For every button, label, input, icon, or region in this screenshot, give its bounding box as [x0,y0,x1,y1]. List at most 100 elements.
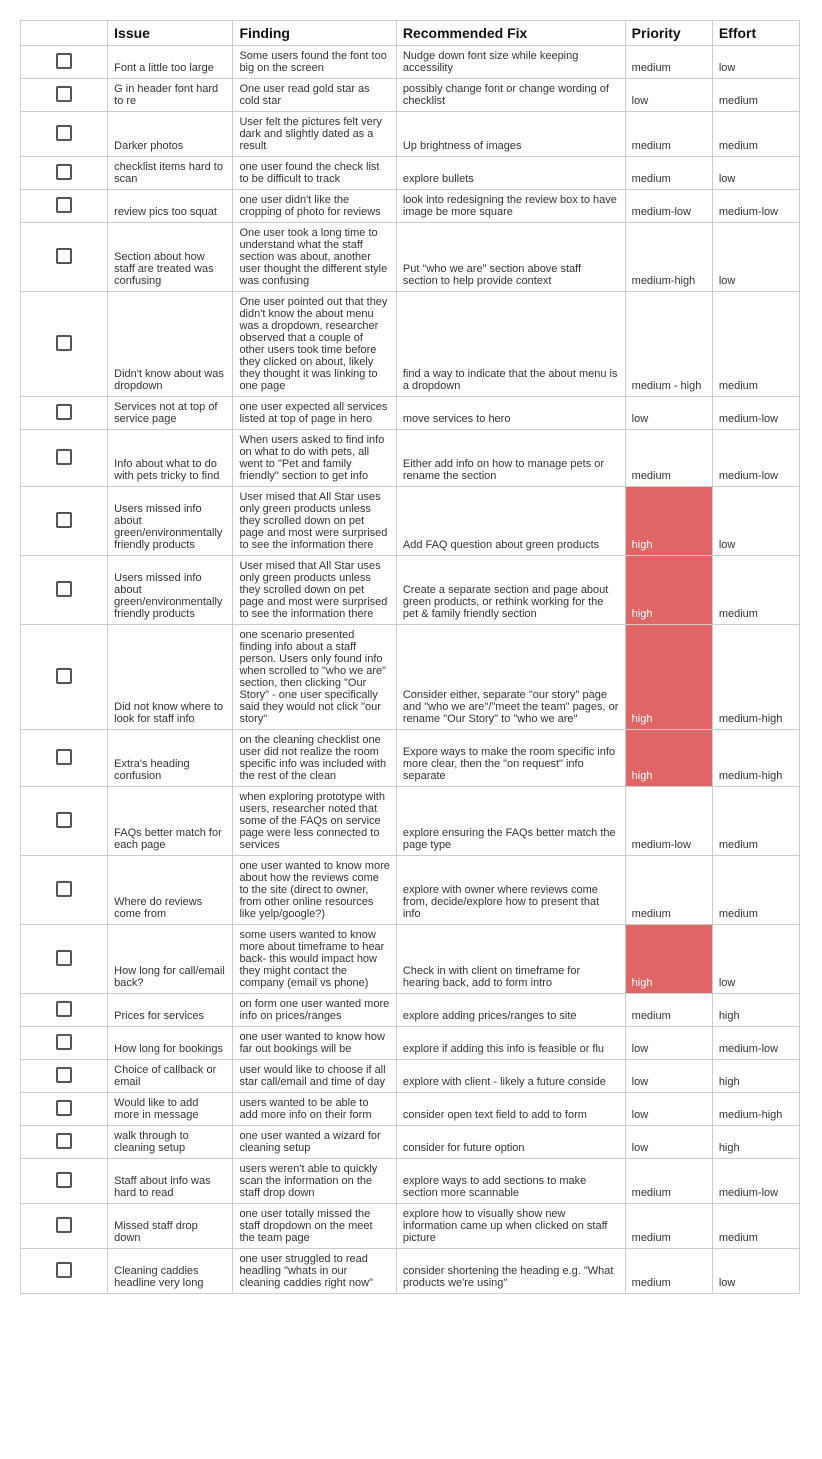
checkbox-cell[interactable] [21,157,108,190]
effort-cell: medium-high [712,730,799,787]
checkbox-cell[interactable] [21,1204,108,1249]
priority-cell: medium [625,112,712,157]
fix-cell: Create a separate section and page about… [396,556,625,625]
finding-cell: One user read gold star as cold star [233,79,396,112]
checkbox-cell[interactable] [21,1060,108,1093]
checkbox-icon[interactable] [56,125,72,141]
checkbox-cell[interactable] [21,787,108,856]
checkbox-icon[interactable] [56,53,72,69]
checkbox-cell[interactable] [21,1159,108,1204]
checkbox-icon[interactable] [56,512,72,528]
checkbox-cell[interactable] [21,112,108,157]
checkbox-icon[interactable] [56,1034,72,1050]
checkbox-icon[interactable] [56,1067,72,1083]
fix-cell: explore how to visually show new informa… [396,1204,625,1249]
checkbox-cell[interactable] [21,190,108,223]
checkbox-cell[interactable] [21,46,108,79]
checkbox-cell[interactable] [21,79,108,112]
table-row: Users missed info about green/environmen… [21,487,800,556]
checkbox-icon[interactable] [56,1133,72,1149]
finding-cell: one user wanted to know more about how t… [233,856,396,925]
priority-cell: medium [625,994,712,1027]
effort-cell: low [712,46,799,79]
priority-cell: medium [625,1159,712,1204]
fix-cell: consider open text field to add to form [396,1093,625,1126]
effort-cell: medium-low [712,1159,799,1204]
checkbox-icon[interactable] [56,668,72,684]
header-finding: Finding [233,21,396,46]
checkbox-cell[interactable] [21,925,108,994]
fix-cell: Check in with client on timeframe for he… [396,925,625,994]
issue-cell: G in header font hard to re [108,79,233,112]
effort-cell: medium-low [712,190,799,223]
table-row: How long for bookingsone user wanted to … [21,1027,800,1060]
checkbox-cell[interactable] [21,1249,108,1294]
checkbox-icon[interactable] [56,335,72,351]
effort-cell: high [712,994,799,1027]
fix-cell: possibly change font or change wording o… [396,79,625,112]
fix-cell: Expore ways to make the room specific in… [396,730,625,787]
header-check [21,21,108,46]
checkbox-icon[interactable] [56,1262,72,1278]
checkbox-cell[interactable] [21,397,108,430]
checkbox-cell[interactable] [21,994,108,1027]
finding-cell: When users asked to find info on what to… [233,430,396,487]
fix-cell: explore with client - likely a future co… [396,1060,625,1093]
fix-cell: look into redesigning the review box to … [396,190,625,223]
checkbox-icon[interactable] [56,164,72,180]
priority-cell: high [625,625,712,730]
checkbox-icon[interactable] [56,749,72,765]
checkbox-cell[interactable] [21,487,108,556]
table-row: walk through to cleaning setupone user w… [21,1126,800,1159]
finding-cell: User mised that All Star uses only green… [233,556,396,625]
checkbox-icon[interactable] [56,248,72,264]
effort-cell: low [712,487,799,556]
effort-cell: low [712,925,799,994]
issue-cell: Cleaning caddies headline very long [108,1249,233,1294]
checkbox-icon[interactable] [56,581,72,597]
fix-cell: explore bullets [396,157,625,190]
finding-cell: one user wanted to know how far out book… [233,1027,396,1060]
checkbox-icon[interactable] [56,812,72,828]
checkbox-cell[interactable] [21,730,108,787]
table-row: Extra's heading confusionon the cleaning… [21,730,800,787]
header-issue: Issue [108,21,233,46]
checkbox-icon[interactable] [56,449,72,465]
fix-cell: Nudge down font size while keeping acces… [396,46,625,79]
finding-cell: One user took a long time to understand … [233,223,396,292]
checkbox-icon[interactable] [56,1217,72,1233]
checkbox-icon[interactable] [56,1100,72,1116]
finding-cell: User felt the pictures felt very dark an… [233,112,396,157]
priority-cell: medium - high [625,292,712,397]
checkbox-cell[interactable] [21,1126,108,1159]
checkbox-cell[interactable] [21,292,108,397]
effort-cell: medium [712,856,799,925]
checkbox-cell[interactable] [21,430,108,487]
table-row: Didn't know about was dropdownOne user p… [21,292,800,397]
finding-cell: Some users found the font too big on the… [233,46,396,79]
table-row: Missed staff drop downone user totally m… [21,1204,800,1249]
checkbox-icon[interactable] [56,950,72,966]
table-row: Staff about info was hard to readusers w… [21,1159,800,1204]
checkbox-cell[interactable] [21,856,108,925]
checkbox-icon[interactable] [56,197,72,213]
header-row: Issue Finding Recommended Fix Priority E… [21,21,800,46]
checkbox-cell[interactable] [21,556,108,625]
issue-cell: Would like to add more in message [108,1093,233,1126]
checkbox-icon[interactable] [56,404,72,420]
checkbox-icon[interactable] [56,1001,72,1017]
finding-cell: one user expected all services listed at… [233,397,396,430]
fix-cell: consider shortening the heading e.g. "Wh… [396,1249,625,1294]
checkbox-cell[interactable] [21,1027,108,1060]
checkbox-cell[interactable] [21,625,108,730]
checkbox-icon[interactable] [56,881,72,897]
effort-cell: medium [712,556,799,625]
checkbox-icon[interactable] [56,86,72,102]
fix-cell: explore if adding this info is feasible … [396,1027,625,1060]
checkbox-cell[interactable] [21,1093,108,1126]
table-row: Choice of callback or emailuser would li… [21,1060,800,1093]
priority-cell: high [625,730,712,787]
effort-cell: medium-low [712,430,799,487]
checkbox-icon[interactable] [56,1172,72,1188]
checkbox-cell[interactable] [21,223,108,292]
